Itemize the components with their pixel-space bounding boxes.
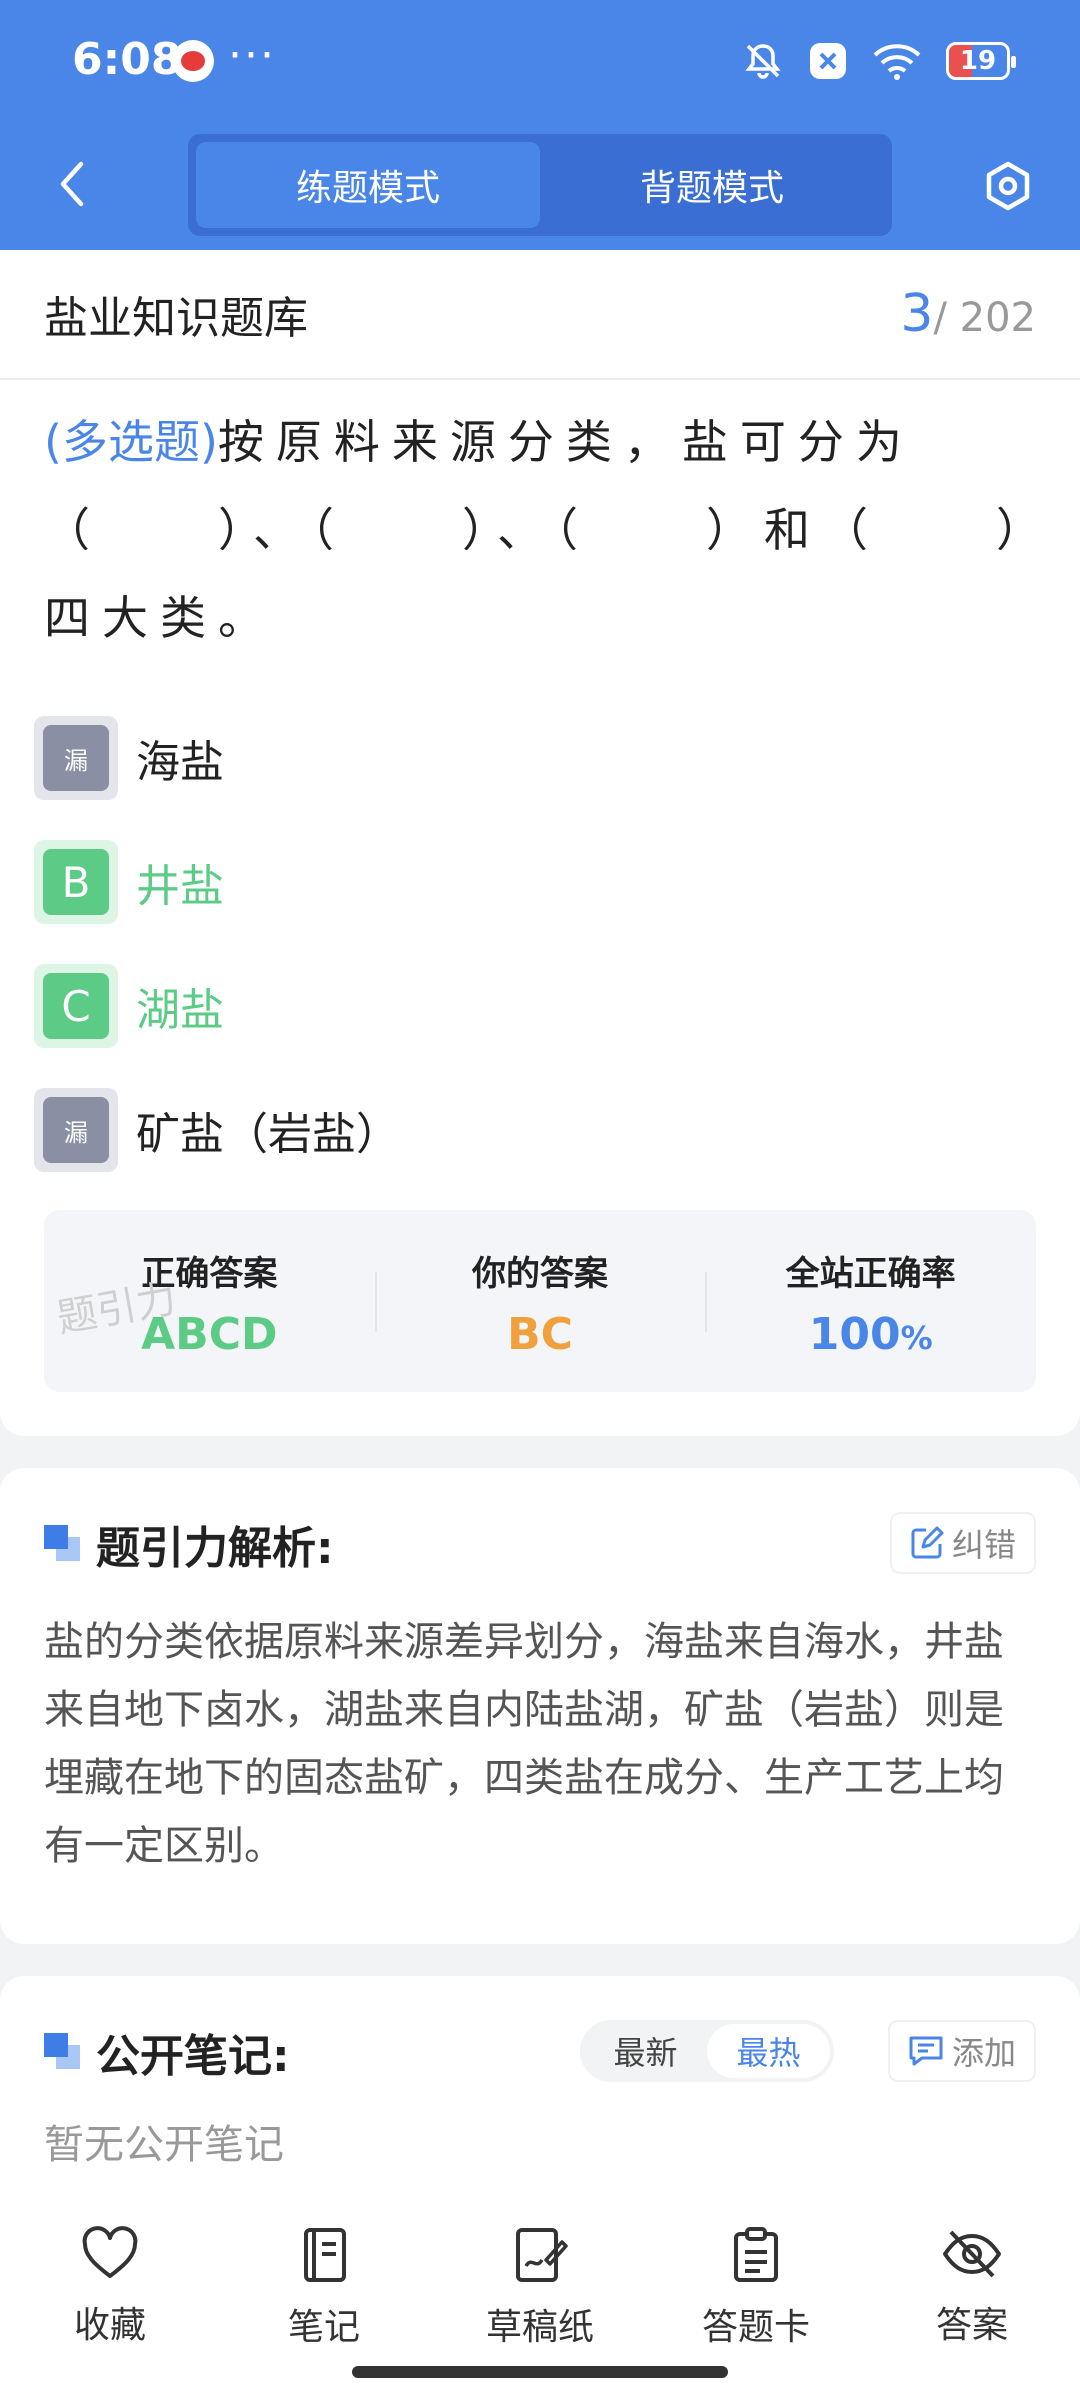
mode-switch: 练题模式 背题模式 [188, 134, 892, 236]
tab-practice-mode[interactable]: 练题模式 [196, 142, 540, 228]
report-error-button[interactable]: 纠错 [889, 1512, 1036, 1574]
home-indicator[interactable] [352, 2366, 728, 2378]
back-button[interactable] [40, 152, 104, 216]
status-icons: 19 [742, 40, 1016, 82]
total-questions: / 202 [933, 295, 1036, 341]
status-time: 6:08 [72, 34, 182, 85]
draft-icon [516, 2228, 568, 2282]
show-answer-button[interactable]: 答案 [892, 2226, 1052, 2348]
tab-memorize-mode[interactable]: 背题模式 [540, 142, 884, 228]
favorite-button[interactable]: 收藏 [30, 2226, 190, 2348]
answer-card-button[interactable]: 答题卡 [676, 2226, 836, 2350]
question-stem: (多选题)按原料来源分类，盐可分为（ ）、（ ）、（ ）和（ ）四大类。 [44, 398, 1036, 662]
chevron-left-icon [60, 161, 84, 207]
battery-indicator: 19 [946, 42, 1016, 80]
option-text: 矿盐（岩盐） [136, 1109, 400, 1160]
section-squares-icon [44, 1525, 82, 1563]
accuracy-stat: 全站正确率 100% [705, 1246, 1036, 1360]
top-bar: 6:08 ··· 19 练题模式 背题模式 [0, 0, 1080, 250]
analysis-card: 题引力解析: 纠错 盐的分类依据原料来源差异划分，海盐来自海水，井盐来自地下卤水… [0, 1468, 1080, 1944]
question-counter: 3/ 202 [900, 284, 1036, 344]
option-badge: C [34, 964, 118, 1048]
answer-card-icon [734, 2227, 778, 2282]
add-note-button[interactable]: 添加 [887, 2020, 1036, 2082]
option-b[interactable]: B 井盐 [34, 820, 1034, 944]
nav-bar: 练题模式 背题模式 [0, 126, 1080, 250]
notebook-icon [304, 2228, 346, 2282]
comment-icon [909, 2036, 943, 2066]
option-text: 湖盐 [136, 985, 224, 1036]
edit-icon [911, 1526, 944, 1559]
question-card: 盐业知识题库 3/ 202 (多选题)按原料来源分类，盐可分为（ ）、（ ）、（… [0, 250, 1080, 1436]
notes-button[interactable]: 笔记 [244, 2226, 404, 2350]
wifi-icon [873, 44, 921, 80]
notes-header: 公开笔记: [44, 2020, 290, 2084]
section-squares-icon [44, 2033, 82, 2071]
app-notification-icon [172, 40, 214, 82]
more-notifications-icon: ··· [228, 30, 276, 81]
analysis-title: 题引力解析: [96, 1523, 334, 1574]
hexagon-settings-icon [986, 161, 1030, 211]
bank-header: 盐业知识题库 3/ 202 [0, 250, 1080, 380]
empty-notes-text: 暂无公开笔记 [44, 2122, 284, 2168]
status-bar: 6:08 ··· 19 [0, 0, 1080, 126]
notes-title: 公开笔记: [96, 2031, 290, 2082]
close-box-icon [810, 43, 846, 79]
heart-icon [82, 2226, 138, 2278]
answer-stats: 正确答案 ABCD 你的答案 BC 全站正确率 100% [44, 1210, 1036, 1392]
correct-answer-value: ABCD [141, 1309, 278, 1360]
option-text: 海盐 [136, 737, 224, 788]
option-d[interactable]: 漏 矿盐（岩盐） [34, 1068, 1034, 1192]
analysis-header: 题引力解析: [44, 1512, 334, 1576]
bank-title: 盐业知识题库 [44, 293, 308, 344]
eye-off-icon [943, 2230, 1001, 2278]
accuracy-value: 100% [808, 1309, 933, 1360]
option-badge: 漏 [34, 716, 118, 800]
notes-sort-switch: 最新 最热 [580, 2020, 834, 2082]
option-a[interactable]: 漏 海盐 [34, 696, 1034, 820]
option-text: 井盐 [136, 861, 224, 912]
sort-hottest[interactable]: 最热 [707, 2024, 830, 2078]
your-answer-stat: 你的答案 BC [374, 1246, 706, 1360]
notes-card: 公开笔记: 最新 最热 添加 暂无公开笔记 [0, 1976, 1080, 2216]
question-type: (多选题) [44, 415, 218, 469]
analysis-text: 盐的分类依据原料来源差异划分，海盐来自海水，井盐来自地下卤水，湖盐来自内陆盐湖，… [44, 1619, 1004, 1869]
option-badge: B [34, 840, 118, 924]
your-answer-value: BC [507, 1309, 573, 1360]
correct-answer-stat: 正确答案 ABCD [44, 1246, 375, 1360]
current-question-number: 3 [900, 284, 934, 344]
settings-button[interactable] [976, 154, 1040, 218]
sort-latest[interactable]: 最新 [584, 2024, 707, 2078]
draft-paper-button[interactable]: 草稿纸 [460, 2226, 620, 2350]
option-list: 漏 海盐 B 井盐 C 湖盐 漏 矿盐（岩盐） [34, 696, 1034, 1192]
mute-bell-icon [745, 44, 781, 79]
option-c[interactable]: C 湖盐 [34, 944, 1034, 1068]
option-badge: 漏 [34, 1088, 118, 1172]
